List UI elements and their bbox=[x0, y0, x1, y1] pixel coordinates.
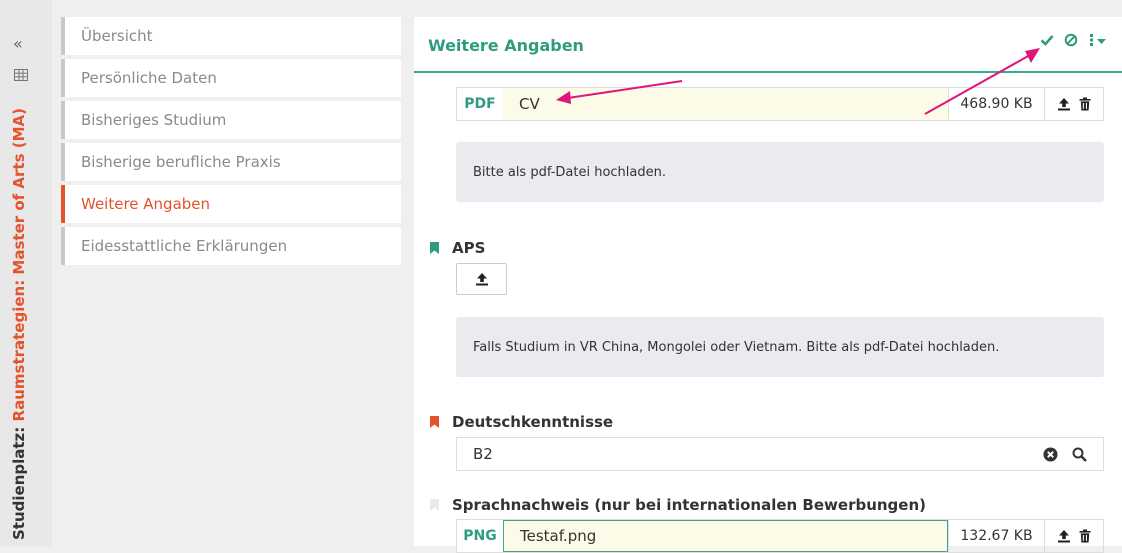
annotation-arrow-to-toolbar bbox=[924, 54, 1031, 115]
annotation-arrowhead bbox=[1025, 48, 1040, 63]
annotation-arrowhead bbox=[556, 91, 571, 104]
annotation-arrow-to-filename bbox=[567, 80, 683, 99]
annotation-arrows bbox=[556, 48, 1040, 115]
